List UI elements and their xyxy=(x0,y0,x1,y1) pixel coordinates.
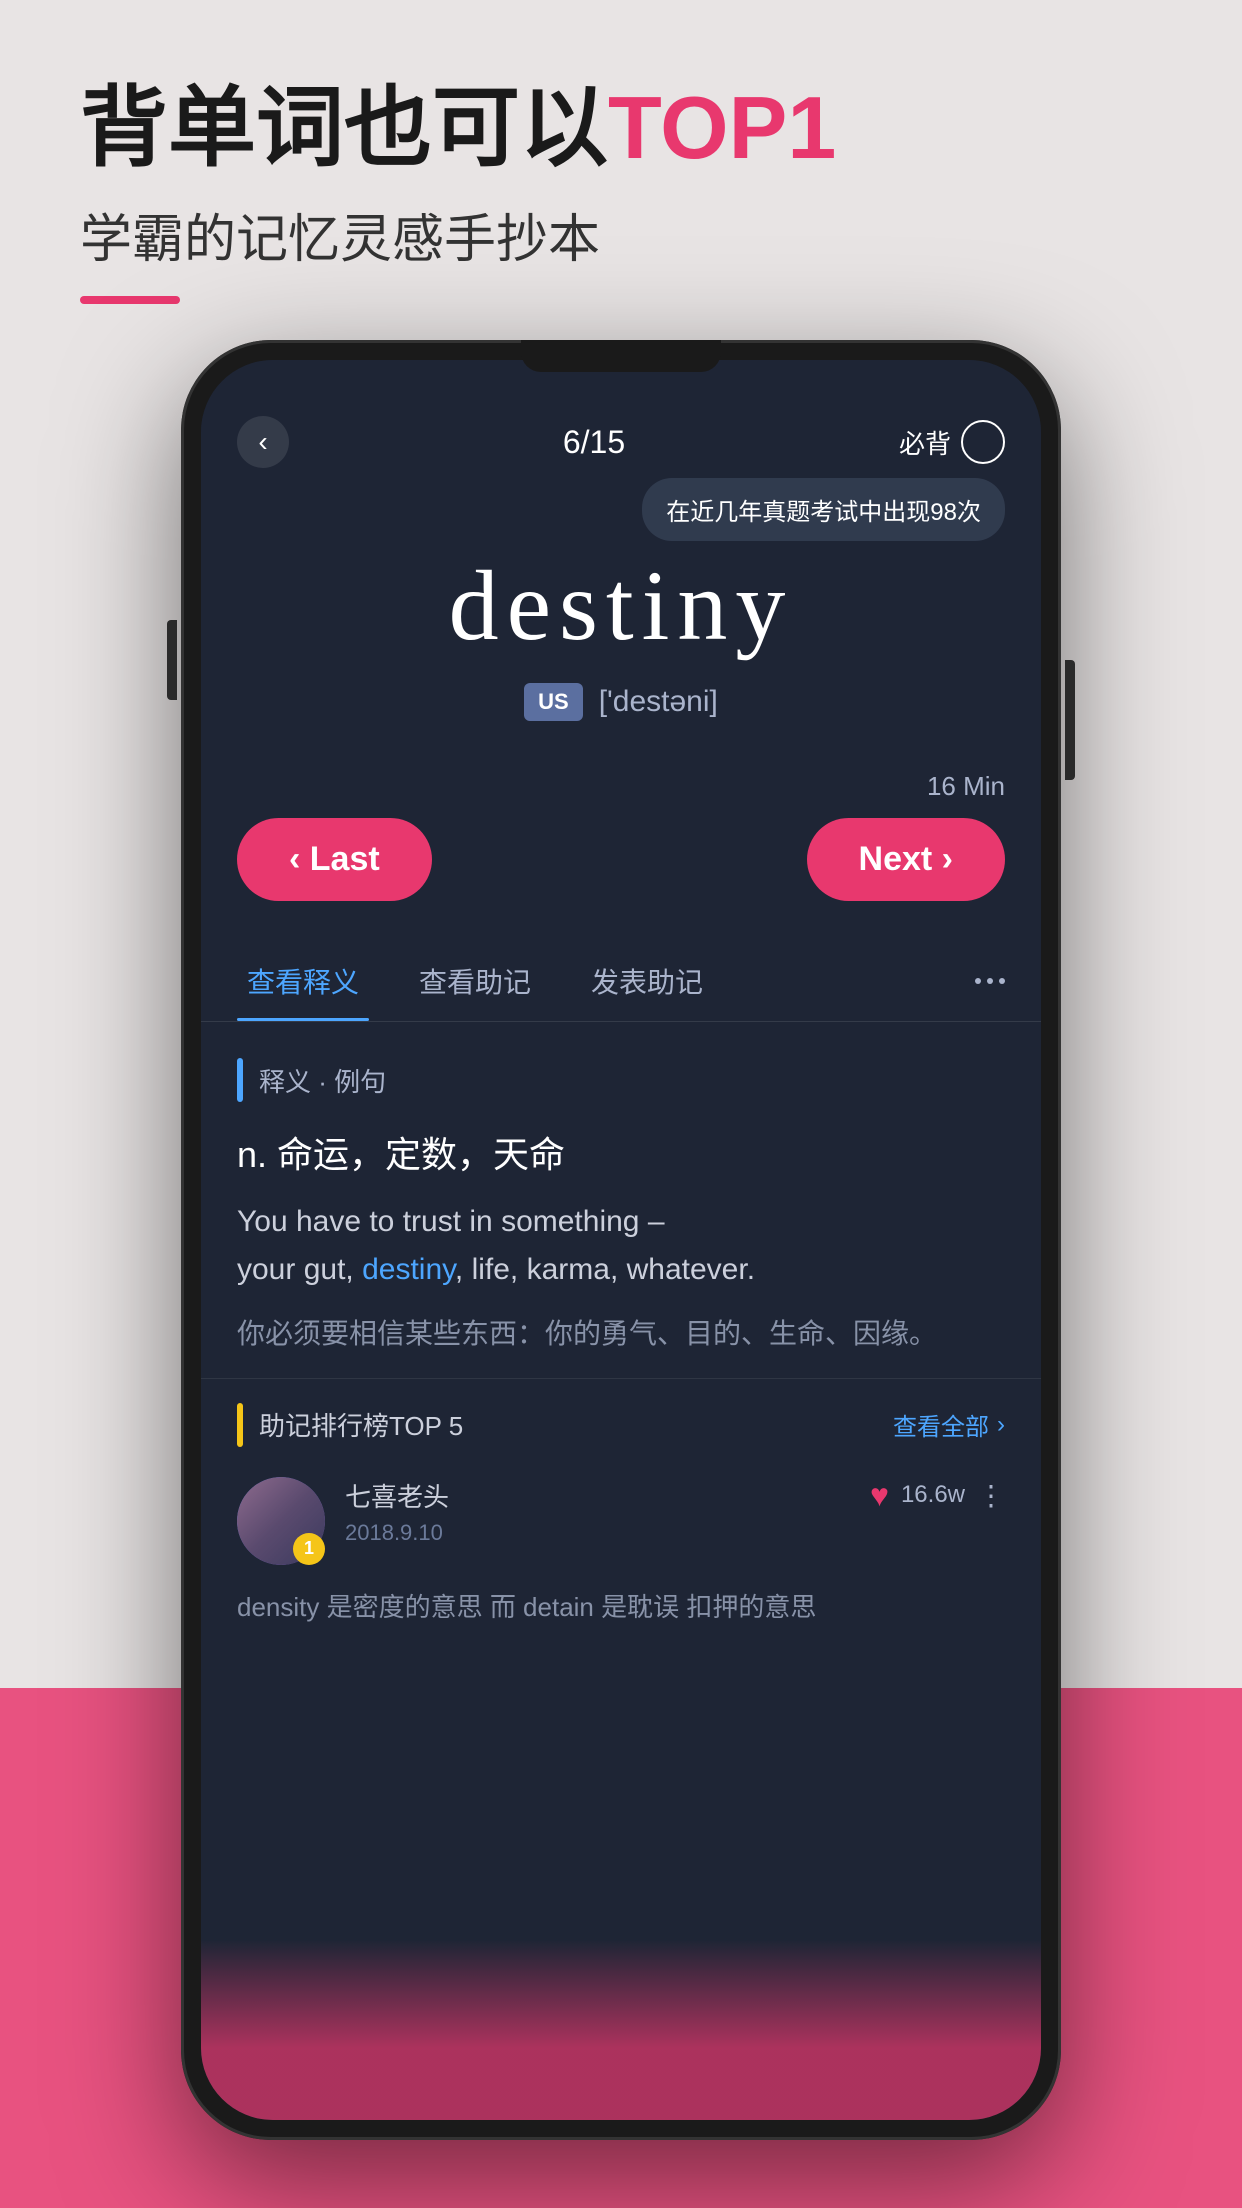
memorize-toggle[interactable] xyxy=(961,420,1005,464)
example-en: You have to trust in something –your gut… xyxy=(237,1198,1005,1294)
bottom-overlay xyxy=(201,1940,1041,2120)
phone-outer: ‹ 6/15 必背 在近几年真题考试中出现98次 destiny xyxy=(181,340,1061,2140)
top-bar: ‹ 6/15 必背 xyxy=(201,360,1041,488)
lang-badge[interactable]: US xyxy=(524,683,583,721)
title-prefix: 背单词也可以 xyxy=(80,78,608,177)
next-button[interactable]: Next › xyxy=(807,818,1005,901)
phone-screen: ‹ 6/15 必背 在近几年真题考试中出现98次 destiny xyxy=(201,360,1041,2120)
timer-text: 16 Min xyxy=(927,771,1005,802)
tab-definition[interactable]: 查看释义 xyxy=(237,941,369,1021)
header-area: 背单词也可以TOP1 学霸的记忆灵感手抄本 xyxy=(80,80,836,304)
header-line xyxy=(80,296,180,304)
mnemonic-text: density 是密度的意思 而 detain 是耽误 扣押的意思 xyxy=(237,1587,1005,1629)
title-highlight: TOP1 xyxy=(608,78,836,177)
heart-icon[interactable]: ♥ xyxy=(870,1477,889,1514)
word-highlight: destiny xyxy=(362,1253,455,1286)
phone-notch xyxy=(521,340,721,372)
tooltip-text: 在近几年真题考试中出现98次 xyxy=(666,499,981,526)
section-title: 释义 · 例句 xyxy=(259,1062,386,1099)
section-label: 释义 · 例句 xyxy=(237,1058,1005,1102)
nav-buttons: ‹ Last Next › xyxy=(201,802,1041,941)
section-bar-yellow xyxy=(237,1403,243,1447)
tabs-row: 查看释义 查看助记 发表助记 xyxy=(201,941,1041,1022)
dot2 xyxy=(987,978,993,984)
user-card: 1 七喜老头 ♥ 16.6w ⋮ 2018.9.10 xyxy=(237,1467,1005,1575)
tooltip: 在近几年真题考试中出现98次 xyxy=(642,478,1005,541)
section-bar xyxy=(237,1058,243,1102)
tab-mnemonic[interactable]: 查看助记 xyxy=(409,941,541,1021)
more-dots-button[interactable]: ⋮ xyxy=(977,1479,1005,1512)
back-button[interactable]: ‹ xyxy=(237,416,289,468)
header-title: 背单词也可以TOP1 xyxy=(80,80,836,177)
main-word: destiny xyxy=(241,548,1001,663)
must-memorize[interactable]: 必背 xyxy=(899,420,1005,464)
avatar-badge: 1 xyxy=(293,1533,325,1565)
user-date: 2018.9.10 xyxy=(345,1520,1005,1546)
mnemonic-header: 助记排行榜TOP 5 查看全部 › xyxy=(237,1403,1005,1447)
timer-row: 16 Min xyxy=(201,751,1041,802)
back-icon: ‹ xyxy=(258,426,267,458)
user-name-row: 七喜老头 ♥ 16.6w ⋮ xyxy=(345,1477,1005,1514)
dot1 xyxy=(975,978,981,984)
phone-mockup: ‹ 6/15 必背 在近几年真题考试中出现98次 destiny xyxy=(181,340,1061,2140)
definition-area: 释义 · 例句 n. 命运，定数，天命 You have to trust in… xyxy=(201,1022,1041,1378)
header-subtitle: 学霸的记忆灵感手抄本 xyxy=(80,197,836,272)
view-all-chevron: › xyxy=(997,1411,1005,1439)
dot3 xyxy=(999,978,1005,984)
mnemonic-title: 助记排行榜TOP 5 xyxy=(259,1406,463,1443)
view-all-button[interactable]: 查看全部 › xyxy=(893,1407,1005,1442)
mnemonic-label-row: 助记排行榜TOP 5 xyxy=(237,1403,463,1447)
like-row: ♥ 16.6w ⋮ xyxy=(870,1477,1005,1514)
like-count: 16.6w xyxy=(901,1481,965,1509)
user-info: 七喜老头 ♥ 16.6w ⋮ 2018.9.10 xyxy=(345,1477,1005,1546)
user-name: 七喜老头 xyxy=(345,1477,449,1514)
phonetic: ['destəni] xyxy=(599,685,718,719)
avatar-wrapper: 1 xyxy=(237,1477,325,1565)
tab-post-mnemonic[interactable]: 发表助记 xyxy=(581,941,713,1021)
tab-more-button[interactable] xyxy=(975,978,1005,984)
pronunciation-row: US ['destəni] xyxy=(241,683,1001,721)
mnemonic-section: 助记排行榜TOP 5 查看全部 › 1 xyxy=(201,1378,1041,1653)
definition-pos: n. 命运，定数，天命 xyxy=(237,1126,1005,1178)
must-memorize-label: 必背 xyxy=(899,424,951,461)
tab-mnemonic-label: 查看助记 xyxy=(419,967,531,998)
screen-content: ‹ 6/15 必背 在近几年真题考试中出现98次 destiny xyxy=(201,360,1041,2120)
last-button[interactable]: ‹ Last xyxy=(237,818,432,901)
view-all-label: 查看全部 xyxy=(893,1407,989,1442)
example-cn: 你必须要相信某些东西：你的勇气、目的、生命、因缘。 xyxy=(237,1310,1005,1358)
tab-post-label: 发表助记 xyxy=(591,967,703,998)
tab-definition-label: 查看释义 xyxy=(247,967,359,998)
progress-text: 6/15 xyxy=(563,424,625,461)
